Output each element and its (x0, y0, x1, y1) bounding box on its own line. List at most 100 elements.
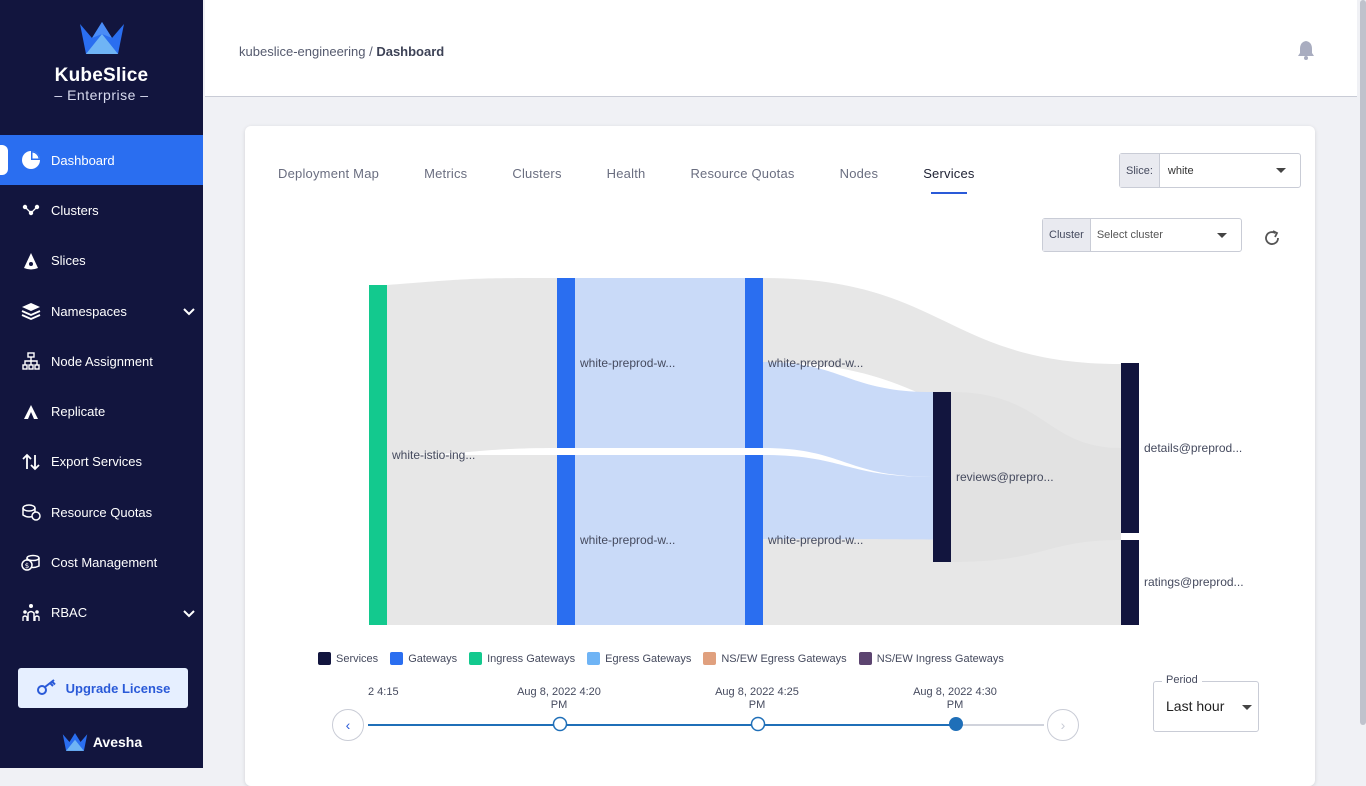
sankey-node-gateway[interactable] (557, 455, 575, 625)
cluster-nodes-icon (20, 199, 42, 221)
sidebar-item-label: Slices (51, 253, 86, 269)
sankey-link[interactable] (387, 278, 557, 455)
legend-item[interactable]: Egress Gateways (587, 652, 691, 665)
crown-logo-icon (79, 22, 124, 54)
breadcrumb-page: Dashboard (376, 44, 445, 59)
sankey-node-label: ratings@preprod... (1144, 575, 1244, 589)
legend-item[interactable]: NS/EW Egress Gateways (703, 652, 847, 665)
time-point[interactable] (552, 716, 568, 732)
breadcrumb-workspace[interactable]: kubeslice-engineering (239, 44, 365, 59)
timeline-prev-button[interactable]: ‹ (332, 709, 364, 741)
page-scrollbar[interactable] (1360, 0, 1366, 725)
chevron-down-icon[interactable] (183, 304, 195, 319)
dashboard-card: Deployment Map Metrics Clusters Health R… (245, 126, 1315, 786)
sidebar-item-namespaces[interactable]: Namespaces (0, 286, 203, 336)
vendor-logo: Avesha (0, 732, 203, 752)
period-value: Last hour (1166, 698, 1225, 714)
breadcrumb: kubeslice-engineering / Dashboard (239, 44, 444, 59)
time-label: Aug 8, 2022 4:25 PM (715, 686, 799, 711)
legend-swatch (318, 652, 331, 665)
replicate-icon (20, 401, 42, 423)
time-point[interactable] (750, 716, 766, 732)
chevron-down-icon[interactable] (183, 606, 195, 621)
sankey-node-gateway[interactable] (745, 278, 763, 448)
breadcrumb-separator: / (365, 44, 377, 59)
time-slider[interactable]: 2 4:15 Aug 8, 2022 4:20 PM Aug 8, 2022 4:… (368, 682, 1044, 772)
sankey-legend: Services Gateways Ingress Gateways Egres… (318, 652, 1004, 665)
sankey-node-label: white-preprod-w... (767, 533, 863, 547)
legend-swatch (587, 652, 601, 665)
legend-label: Egress Gateways (605, 652, 692, 665)
sidebar-item-label: Cost Management (51, 555, 158, 571)
sankey-node-label: white-preprod-w... (579, 533, 675, 547)
legend-item[interactable]: NS/EW Ingress Gateways (858, 652, 1004, 665)
sidebar-item-label: RBAC (51, 605, 88, 621)
upgrade-license-label: Upgrade License (65, 680, 171, 696)
sankey-node-label: white-istio-ing... (391, 448, 475, 462)
legend-item[interactable]: Gateways (390, 652, 457, 665)
legend-item[interactable]: Ingress Gateways (469, 652, 575, 665)
sankey-node-label: white-preprod-w... (579, 356, 675, 370)
slice-icon (20, 250, 42, 272)
vendor-name: Avesha (92, 734, 143, 750)
time-label: Aug 8, 2022 4:30 PM (913, 686, 997, 711)
rbac-icon (20, 602, 42, 624)
sidebar-item-node-assignment[interactable]: Node Assignment (0, 336, 203, 386)
coins-icon: $ (20, 552, 42, 574)
legend-label: Services (336, 652, 379, 665)
sidebar-item-label: Export Services (51, 454, 143, 470)
sidebar-nav: Dashboard Clusters Slices Namespaces Nod… (0, 135, 203, 638)
sidebar: KubeSlice – Enterprise – Dashboard Clust… (0, 0, 203, 768)
sankey-node-service[interactable] (933, 392, 951, 562)
legend-swatch (703, 652, 717, 665)
sankey-node-label: reviews@prepro... (956, 470, 1054, 484)
period-select[interactable]: Period Last hour (1153, 674, 1259, 732)
sidebar-item-slices[interactable]: Slices (0, 236, 203, 286)
sidebar-item-export-services[interactable]: Export Services (0, 437, 203, 487)
legend-swatch (390, 652, 404, 665)
sankey-node-label: white-preprod-w... (767, 356, 863, 370)
sankey-node-service[interactable] (1121, 540, 1139, 625)
chevron-right-icon: › (1060, 717, 1066, 733)
sidebar-item-resource-quotas[interactable]: Resource Quotas (0, 487, 203, 537)
brand-name: KubeSlice (54, 65, 149, 86)
layers-icon (20, 300, 42, 322)
time-label: 2 4:15 (368, 686, 399, 698)
hierarchy-icon (20, 350, 42, 372)
sidebar-item-label: Namespaces (51, 303, 127, 319)
legend-label: NS/EW Ingress Gateways (876, 652, 1004, 665)
sidebar-item-clusters[interactable]: Clusters (0, 185, 203, 235)
crown-logo-icon (62, 733, 88, 751)
legend-swatch (469, 652, 483, 665)
timeline-next-button[interactable]: › (1047, 709, 1079, 741)
key-icon (36, 678, 58, 699)
sidebar-item-rbac[interactable]: RBAC (0, 588, 203, 638)
legend-item[interactable]: Services (318, 652, 378, 665)
legend-label: NS/EW Egress Gateways (721, 652, 847, 665)
legend-label: Ingress Gateways (487, 652, 576, 665)
sidebar-item-label: Replicate (51, 404, 106, 420)
sankey-node-ingress[interactable] (369, 285, 387, 625)
sidebar-item-cost-management[interactable]: $ Cost Management (0, 537, 203, 587)
services-sankey: white-istio-ing... white-preprod-w... wh… (369, 278, 1244, 625)
top-header: kubeslice-engineering / Dashboard (205, 0, 1357, 97)
sidebar-item-replicate[interactable]: Replicate (0, 386, 203, 436)
quota-icon (20, 501, 42, 523)
time-label: Aug 8, 2022 4:20 PM (517, 686, 601, 711)
chevron-left-icon: ‹ (345, 717, 351, 733)
sidebar-item-dashboard[interactable]: Dashboard (0, 135, 203, 186)
sankey-node-gateway[interactable] (557, 278, 575, 448)
logo[interactable]: KubeSlice – Enterprise – (0, 20, 203, 103)
legend-swatch (858, 652, 872, 665)
sankey-link[interactable] (387, 455, 557, 625)
sidebar-item-label: Dashboard (51, 152, 115, 168)
sankey-node-service[interactable] (1121, 363, 1139, 533)
time-point-selected[interactable] (949, 717, 963, 731)
upgrade-license-button[interactable]: Upgrade License (18, 668, 188, 708)
svg-text:$: $ (25, 562, 29, 570)
bell-icon[interactable] (1297, 40, 1315, 65)
sidebar-item-label: Node Assignment (51, 353, 153, 369)
sankey-node-gateway[interactable] (745, 455, 763, 625)
sidebar-item-label: Clusters (51, 202, 99, 218)
legend-label: Gateways (408, 652, 458, 665)
